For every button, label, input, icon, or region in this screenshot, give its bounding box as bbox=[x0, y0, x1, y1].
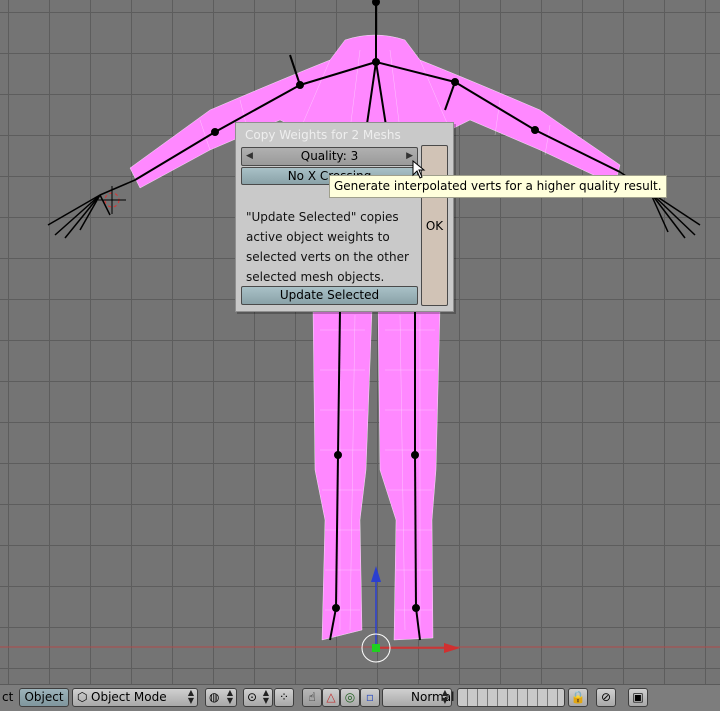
select-arrows-icon: ▲ ▼ bbox=[187, 688, 194, 705]
3d-viewport[interactable]: Copy Weights for 2 Meshs ◀ Quality: 3 ▶ … bbox=[0, 0, 720, 684]
quality-slider[interactable]: ◀ Quality: 3 ▶ bbox=[241, 147, 418, 166]
manipulator-toggle-button[interactable]: ⁘ bbox=[274, 688, 294, 707]
orientation-select[interactable]: Normal ▲ ▼ bbox=[382, 688, 454, 707]
decrement-arrow-icon[interactable]: ◀ bbox=[246, 148, 253, 164]
layer-buttons[interactable] bbox=[457, 688, 565, 707]
image-icon: ▣ bbox=[632, 690, 644, 704]
help-line: "Update Selected" copies bbox=[246, 210, 399, 224]
help-line: active object weights to bbox=[246, 230, 390, 244]
hand-icon: ☝ bbox=[308, 690, 316, 704]
help-line: selected verts on the other bbox=[246, 250, 409, 264]
rotate-button[interactable]: ◎ bbox=[340, 688, 360, 707]
object-mode-icon: ⬡ bbox=[77, 690, 88, 704]
wireframe-icon: ◍ bbox=[209, 690, 220, 704]
mode-select-value: Object Mode bbox=[91, 690, 167, 704]
snapshot-button[interactable]: ⊘ bbox=[596, 688, 616, 707]
translate-button[interactable]: △ bbox=[322, 688, 340, 707]
mouse-cursor-icon bbox=[412, 160, 426, 179]
draw-type-select[interactable]: ◍ ▲ ▼ bbox=[205, 688, 237, 707]
view-menu-fragment[interactable]: ct bbox=[2, 690, 13, 704]
rotate-icon: ◎ bbox=[344, 690, 356, 704]
3d-view-header: ct Object ⬡ Object Mode ▲ ▼ ◍ ▲ ▼ ⊙ ▲ ▼ ⁘ ☝… bbox=[0, 684, 720, 711]
left-hand-bones bbox=[47, 179, 136, 239]
pivot-icon: ⊙ bbox=[247, 690, 258, 704]
pivot-select[interactable]: ⊙ ▲ ▼ bbox=[243, 688, 273, 707]
render-button[interactable]: ▣ bbox=[628, 688, 648, 707]
object-menu[interactable]: Object bbox=[19, 688, 69, 707]
update-selected-button[interactable]: Update Selected bbox=[241, 286, 418, 305]
hand-manipulator-button[interactable]: ☝ bbox=[302, 688, 322, 707]
scene-canvas bbox=[0, 0, 720, 663]
select-arrows-icon: ▲ ▼ bbox=[226, 688, 233, 705]
mode-select[interactable]: ⬡ Object Mode ▲ ▼ bbox=[72, 688, 198, 707]
link-icon: ⊘ bbox=[600, 690, 612, 704]
lock-icon: 🔒 bbox=[570, 690, 586, 704]
select-arrows-icon: ▲ ▼ bbox=[441, 688, 448, 705]
3d-cursor bbox=[98, 186, 126, 214]
help-line: selected mesh objects. bbox=[246, 270, 385, 284]
grid-dots-icon: ⁘ bbox=[278, 690, 290, 704]
triangle-icon: △ bbox=[326, 690, 336, 704]
square-icon: ▫ bbox=[365, 690, 375, 704]
tooltip: Generate interpolated verts for a higher… bbox=[329, 175, 667, 198]
help-text: "Update Selected" copies active object w… bbox=[246, 207, 421, 287]
dialog-title: Copy Weights for 2 Meshs bbox=[245, 128, 401, 142]
scale-button[interactable]: ▫ bbox=[360, 688, 380, 707]
quality-label: Quality: 3 bbox=[300, 149, 359, 163]
copy-weights-dialog: Copy Weights for 2 Meshs ◀ Quality: 3 ▶ … bbox=[235, 122, 454, 312]
select-arrows-icon: ▲ ▼ bbox=[262, 688, 269, 705]
lock-button[interactable]: 🔒 bbox=[568, 688, 588, 707]
